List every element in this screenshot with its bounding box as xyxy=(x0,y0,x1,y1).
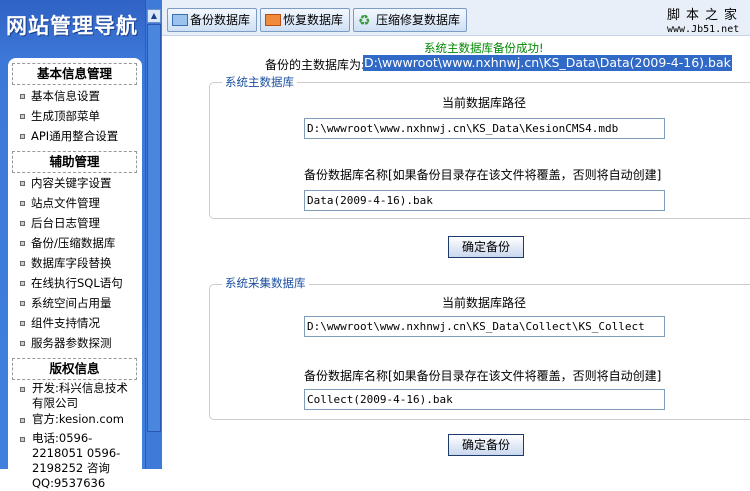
sidebar-item[interactable]: 数据库字段替换 xyxy=(20,256,112,271)
main-db-path-input[interactable]: D:\wwwroot\www.nxhnwj.cn\KS_Data\KesionC… xyxy=(304,118,665,139)
compact-db-button[interactable]: ♻ 压缩修复数据库 xyxy=(353,8,468,32)
section-aux: 辅助管理 xyxy=(12,151,137,173)
collect-db-path-label: 当前数据库路径 xyxy=(442,296,527,310)
scroll-up-arrow-icon[interactable]: ▲ xyxy=(147,9,161,23)
section-basic: 基本信息管理 xyxy=(12,63,137,85)
backup-db-button[interactable]: 备份数据库 xyxy=(167,8,258,32)
bullet-icon xyxy=(20,387,25,392)
sidebar-item[interactable]: 在线执行SQL语句 xyxy=(20,276,123,291)
bullet-icon xyxy=(20,437,25,442)
sidebar-item[interactable]: 生成顶部菜单 xyxy=(20,109,100,124)
bullet-icon xyxy=(20,281,25,286)
copyright-phone: 电话:0596-2218051 0596-2198252 咨询QQ:953763… xyxy=(20,431,138,491)
collect-db-path-input[interactable]: D:\wwwroot\www.nxhnwj.cn\KS_Data\Collect… xyxy=(304,316,665,337)
bullet-icon xyxy=(20,114,25,119)
bullet-icon xyxy=(20,301,25,306)
restore-db-button[interactable]: 恢复数据库 xyxy=(260,8,351,32)
sidebar-title: 网站管理导航 xyxy=(6,14,138,38)
bullet-icon xyxy=(20,94,25,99)
main-db-backup-button[interactable]: 确定备份 xyxy=(448,236,524,258)
bullet-icon xyxy=(20,241,25,246)
backup-path-value: D:\wwwroot\www.nxhnwj.cn\KS_Data\Data(20… xyxy=(363,55,732,71)
bullet-icon xyxy=(20,261,25,266)
backup-path-label: 备份的主数据库为: xyxy=(265,58,366,72)
bullet-icon xyxy=(20,341,25,346)
sidebar-item[interactable]: 内容关键字设置 xyxy=(20,176,112,191)
sidebar-item[interactable]: 组件支持情况 xyxy=(20,316,100,331)
sidebar-item[interactable]: 基本信息设置 xyxy=(20,89,100,104)
main-db-path-label: 当前数据库路径 xyxy=(442,96,527,110)
envelope-icon xyxy=(265,14,281,26)
watermark-title: 脚本之家 xyxy=(666,8,743,23)
bullet-icon xyxy=(20,181,25,186)
collect-db-name-label: 备份数据库名称[如果备份目录存在该文件将覆盖，否则将自动创建] xyxy=(304,369,662,383)
refresh-icon: ♻ xyxy=(358,13,371,29)
collect-db-name-input[interactable]: Collect(2009-4-16).bak xyxy=(304,389,665,410)
sidebar-item[interactable]: 站点文件管理 xyxy=(20,196,100,211)
copyright-site[interactable]: 官方:kesion.com xyxy=(20,412,138,427)
bullet-icon xyxy=(20,134,25,139)
sidebar-panel: 基本信息管理 基本信息设置 生成顶部菜单 API通用整合设置 辅助管理 内容关键… xyxy=(8,58,142,490)
scrollbar-thumb[interactable] xyxy=(147,24,161,432)
sidebar-item[interactable]: 系统空间占用量 xyxy=(20,296,112,311)
watermark-url: www.Jb51.net xyxy=(667,24,740,35)
main-db-name-label: 备份数据库名称[如果备份目录存在该文件将覆盖，否则将自动创建] xyxy=(304,168,662,182)
collect-db-legend: 系统采集数据库 xyxy=(222,275,309,291)
copyright-developer: 开发:科兴信息技术有限公司 xyxy=(20,381,138,411)
bullet-icon xyxy=(20,221,25,226)
sidebar-item[interactable]: 备份/压缩数据库 xyxy=(20,236,115,251)
main-db-name-input[interactable]: Data(2009-4-16).bak xyxy=(304,190,665,211)
bullet-icon xyxy=(20,321,25,326)
sidebar-item[interactable]: 后台日志管理 xyxy=(20,216,100,231)
bullet-icon xyxy=(20,201,25,206)
main-db-legend: 系统主数据库 xyxy=(222,74,297,90)
section-copyright: 版权信息 xyxy=(12,358,137,380)
success-message: 系统主数据库备份成功! xyxy=(424,41,544,55)
sidebar-item[interactable]: API通用整合设置 xyxy=(20,129,118,144)
sidebar-item[interactable]: 服务器参数探测 xyxy=(20,336,112,351)
envelope-icon xyxy=(172,14,188,26)
bullet-icon xyxy=(20,418,25,423)
collect-db-backup-button[interactable]: 确定备份 xyxy=(448,434,524,456)
